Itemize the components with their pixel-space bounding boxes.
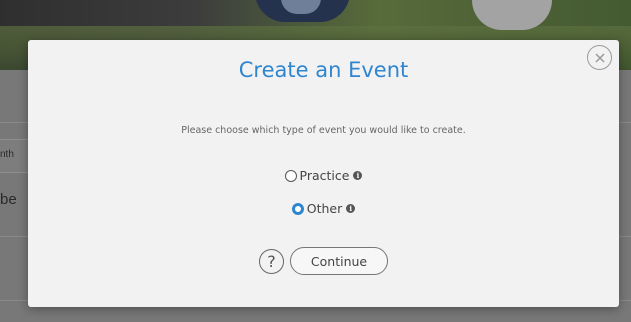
- other-radio[interactable]: [291, 202, 304, 215]
- continue-button[interactable]: Continue: [290, 247, 388, 275]
- background-month-fragment: nth: [0, 149, 14, 160]
- modal-footer: ? Continue: [28, 247, 619, 275]
- info-icon[interactable]: i: [346, 204, 356, 213]
- question-circle-icon[interactable]: ?: [259, 248, 284, 274]
- practice-radio[interactable]: [284, 169, 297, 182]
- option-practice[interactable]: Practice i: [28, 168, 619, 183]
- other-label: Other: [306, 201, 343, 216]
- practice-label: Practice: [299, 168, 350, 183]
- info-icon[interactable]: i: [353, 171, 363, 180]
- modal-subtitle: Please choose which type of event you wo…: [181, 125, 466, 136]
- hero-figure-left: [255, 0, 350, 22]
- create-event-modal: Create an Event Please choose which type…: [28, 40, 619, 307]
- modal-title: Create an Event: [238, 58, 409, 82]
- option-other[interactable]: Other i: [28, 201, 619, 216]
- background-row-fragment: be: [0, 191, 17, 208]
